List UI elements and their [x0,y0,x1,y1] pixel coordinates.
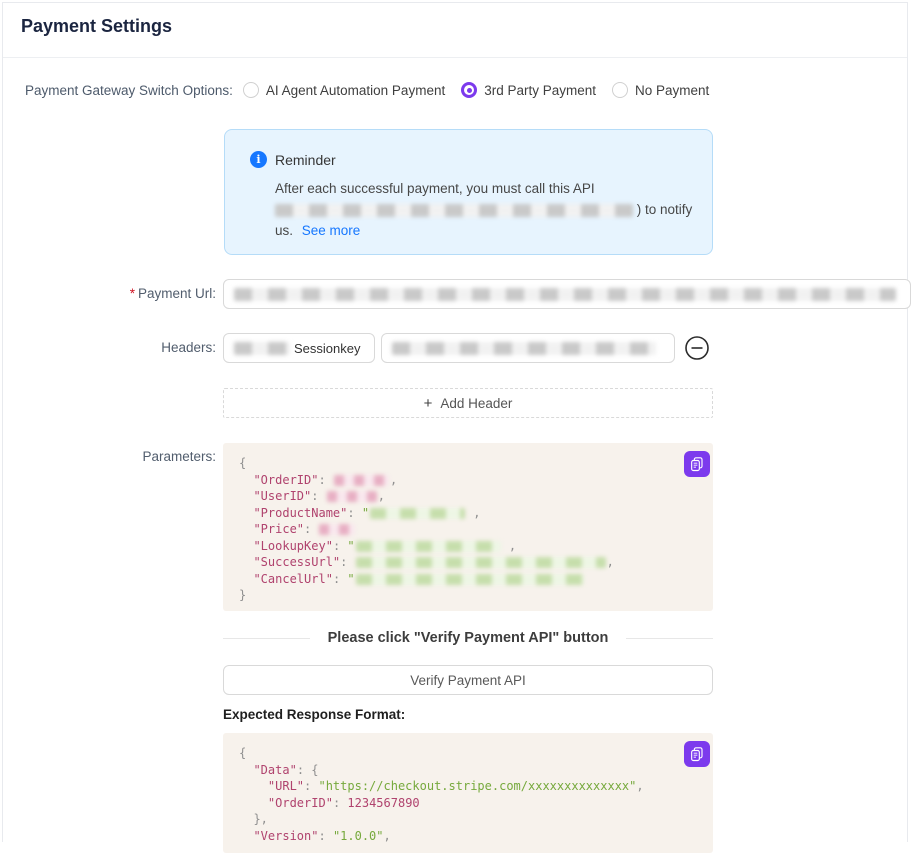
parameters-label: Parameters: [3,449,216,464]
redacted-value [370,508,465,519]
reminder-alert: i Reminder After each successful payment… [224,129,713,255]
redacted-header-key-prefix [234,342,290,355]
reminder-line1: After each successful payment, you must … [275,181,595,196]
header-key-visible-text: Sessionkey [294,341,360,356]
reminder-line3: us. [275,223,293,238]
divider-line-left [223,638,310,639]
remove-header-button[interactable] [684,335,710,361]
reminder-title: Reminder [275,152,336,168]
reminder-body: After each successful payment, you must … [275,178,695,241]
header-value-input[interactable] [381,333,675,363]
info-circle-icon: i [250,151,267,168]
add-header-button[interactable]: + Add Header [223,388,713,418]
radio-unselected-icon[interactable] [243,82,259,98]
minus-circle-icon [684,335,710,361]
header-key-input[interactable]: Sessionkey [223,333,375,363]
copy-response-button[interactable] [684,741,710,767]
redacted-header-value [392,342,656,355]
verify-divider-text: Please click "Verify Payment API" button [310,630,627,646]
gateway-switch-row: Payment Gateway Switch Options: AI Agent… [25,82,725,98]
response-code-block: { "Data": { "URL": "https://checkout.str… [223,733,713,853]
see-more-link[interactable]: See more [302,223,361,238]
parameters-code-block: { "OrderID": , "UserID": , "ProductName"… [223,443,713,611]
redacted-api-url [275,204,633,217]
copy-parameters-button[interactable] [684,451,710,477]
required-asterisk: * [130,286,135,301]
page-title: Payment Settings [21,16,172,37]
plus-icon: + [424,395,433,412]
headers-label: Headers: [3,340,216,355]
title-divider [3,57,907,58]
copy-icon [689,746,705,763]
verify-divider: Please click "Verify Payment API" button [223,630,713,646]
radio-label: AI Agent Automation Payment [266,83,445,98]
verify-payment-api-button[interactable]: Verify Payment API [223,665,713,695]
copy-icon [689,456,705,473]
radio-selected-icon[interactable] [461,82,477,98]
radio-no-payment[interactable]: No Payment [612,82,709,98]
gateway-switch-label: Payment Gateway Switch Options: [25,83,233,98]
redacted-value [356,557,606,568]
radio-3rd-party-payment[interactable]: 3rd Party Payment [461,82,596,98]
redacted-value [327,491,377,502]
radio-ai-agent-automation-payment[interactable]: AI Agent Automation Payment [243,82,445,98]
radio-unselected-icon[interactable] [612,82,628,98]
redacted-value [319,524,355,535]
redacted-value [356,574,584,585]
redacted-value [334,475,389,486]
payment-url-input[interactable] [223,279,911,309]
redacted-value [356,541,501,552]
redacted-payment-url-value [234,288,896,301]
add-header-label: Add Header [440,396,512,411]
radio-label: No Payment [635,83,709,98]
payment-url-label: *Payment Url: [3,286,216,301]
reminder-line2-suffix: ) to notify [637,202,693,217]
radio-label: 3rd Party Payment [484,83,596,98]
payment-settings-panel: Payment Settings Payment Gateway Switch … [2,2,908,842]
expected-response-label: Expected Response Format: [223,707,405,722]
divider-line-right [626,638,713,639]
